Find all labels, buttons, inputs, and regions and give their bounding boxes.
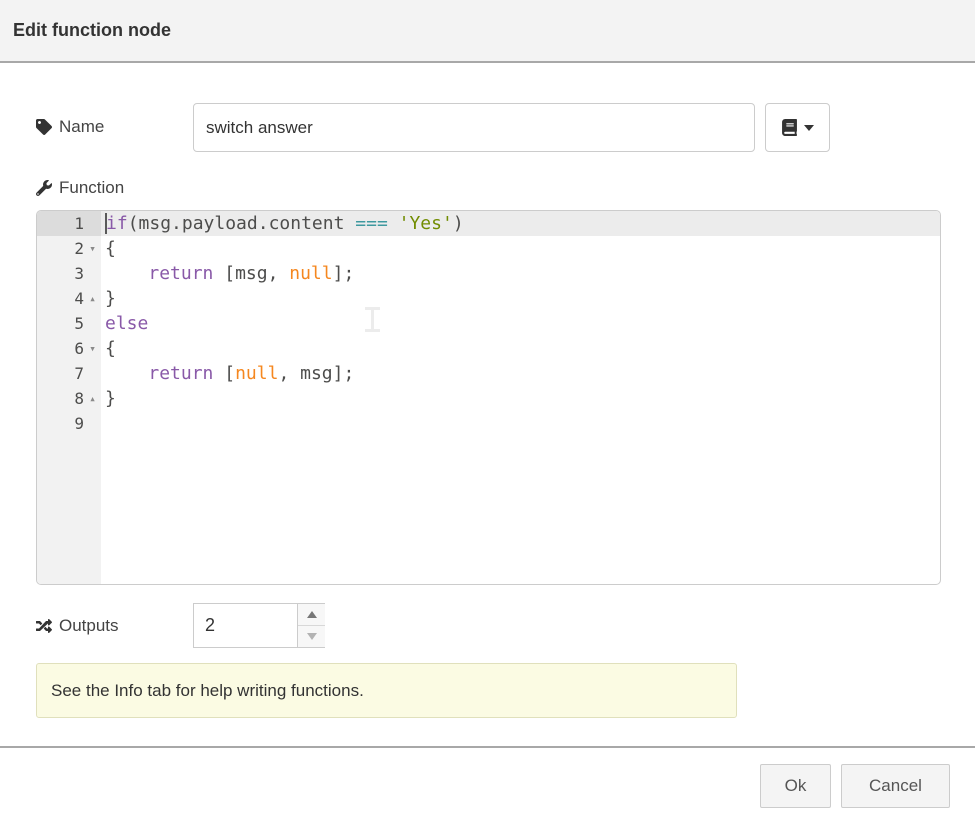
edit-function-node-dialog: Edit function node Name Function 1if(msg… [0, 0, 975, 824]
fold-open-icon[interactable]: ▾ [84, 342, 101, 355]
editor-line[interactable]: 1if(msg.payload.content === 'Yes') [37, 211, 940, 236]
spinner-up-button[interactable] [298, 604, 325, 626]
name-input[interactable] [193, 103, 755, 152]
info-tip: See the Info tab for help writing functi… [36, 663, 737, 718]
editor-line[interactable]: 4▴} [37, 286, 940, 311]
function-label: Function [36, 174, 124, 202]
triangle-down-icon [307, 633, 317, 640]
line-number-cell[interactable]: 6▾ [37, 336, 101, 361]
line-number-cell[interactable]: 7 [37, 361, 101, 386]
editor-line[interactable]: 3 return [msg, null]; [37, 261, 940, 286]
code-line-text: else [101, 311, 940, 336]
info-tip-text: See the Info tab for help writing functi… [51, 681, 364, 701]
code-line-text: } [101, 286, 940, 311]
line-number-cell[interactable]: 3 [37, 261, 101, 286]
editor-gutter [37, 436, 101, 584]
line-number-cell[interactable]: 8▴ [37, 386, 101, 411]
outputs-spinner [193, 603, 325, 648]
fold-close-icon[interactable]: ▴ [84, 292, 101, 305]
editor-line[interactable]: 2▾{ [37, 236, 940, 261]
editor-line[interactable]: 6▾{ [37, 336, 940, 361]
spinner-buttons [297, 604, 325, 647]
fold-close-icon[interactable]: ▴ [84, 392, 101, 405]
code-line-text: if(msg.payload.content === 'Yes') [101, 211, 940, 236]
outputs-label: Outputs [36, 603, 119, 648]
spinner-down-button[interactable] [298, 626, 325, 647]
outputs-label-text: Outputs [59, 616, 119, 636]
code-line-text: return [null, msg]; [101, 361, 940, 386]
tag-icon [36, 119, 52, 135]
code-line-text: } [101, 386, 940, 411]
editor-line[interactable]: 5else [37, 311, 940, 336]
library-button[interactable] [765, 103, 830, 152]
caret-down-icon [804, 125, 814, 131]
outputs-input[interactable] [194, 604, 297, 647]
mouse-ibeam-cursor [363, 307, 383, 332]
code-line-text: { [101, 236, 940, 261]
triangle-up-icon [307, 611, 317, 618]
name-label-text: Name [59, 117, 104, 137]
shuffle-icon [36, 618, 52, 634]
line-number-cell[interactable]: 5 [37, 311, 101, 336]
code-line-text [101, 411, 940, 436]
dialog-header: Edit function node [0, 0, 975, 63]
book-icon [781, 119, 798, 136]
line-number-cell[interactable]: 4▴ [37, 286, 101, 311]
dialog-footer: Ok Cancel [0, 746, 975, 824]
line-number-cell[interactable]: 9 [37, 411, 101, 436]
editor-filler-row [37, 436, 940, 584]
editor-line[interactable]: 8▴} [37, 386, 940, 411]
line-number-cell[interactable]: 1 [37, 211, 101, 236]
ok-button[interactable]: Ok [760, 764, 831, 808]
cancel-button[interactable]: Cancel [841, 764, 950, 808]
wrench-icon [36, 180, 52, 196]
code-editor[interactable]: 1if(msg.payload.content === 'Yes')2▾{3 r… [36, 210, 941, 585]
editor-line[interactable]: 7 return [null, msg]; [37, 361, 940, 386]
line-number-cell[interactable]: 2▾ [37, 236, 101, 261]
code-line-text: return [msg, null]; [101, 261, 940, 286]
editor-empty-area[interactable] [101, 436, 940, 584]
function-label-text: Function [59, 178, 124, 198]
fold-open-icon[interactable]: ▾ [84, 242, 101, 255]
name-label: Name [36, 103, 104, 151]
dialog-title: Edit function node [13, 20, 171, 41]
code-line-text: { [101, 336, 940, 361]
editor-line[interactable]: 9 [37, 411, 940, 436]
